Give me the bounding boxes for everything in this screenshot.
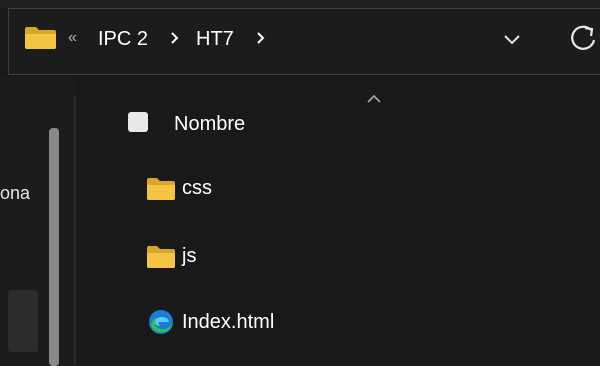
- file-name: Index.html: [182, 311, 275, 333]
- file-name: js: [182, 245, 197, 267]
- chevron-right-icon[interactable]: [168, 28, 182, 48]
- list-item[interactable]: css: [140, 168, 440, 208]
- select-all-checkbox[interactable]: [128, 112, 148, 132]
- nav-item-selected[interactable]: [8, 290, 38, 352]
- breadcrumb-overflow-button[interactable]: «: [68, 28, 77, 48]
- nav-item-label[interactable]: ona: [0, 182, 40, 204]
- window-top-edge: [0, 0, 600, 8]
- nav-scrollbar-thumb[interactable]: [49, 128, 59, 366]
- file-explorer-window: « IPC 2 HT7 ona Nombre css js Index.html: [0, 0, 600, 366]
- refresh-icon[interactable]: [566, 21, 600, 55]
- file-name: css: [182, 177, 212, 199]
- folder-icon: [25, 27, 56, 49]
- edge-browser-icon: [149, 310, 173, 334]
- column-header-nombre[interactable]: Nombre: [174, 112, 245, 136]
- pane-divider[interactable]: [74, 96, 76, 366]
- list-item[interactable]: Index.html: [140, 302, 440, 342]
- chevron-down-icon[interactable]: [498, 26, 526, 52]
- list-item[interactable]: js: [140, 236, 440, 276]
- breadcrumb-item-ipc2[interactable]: IPC 2: [98, 28, 148, 50]
- sort-ascending-icon[interactable]: [366, 93, 382, 105]
- breadcrumb-item-ht7[interactable]: HT7: [196, 28, 234, 50]
- chevron-right-icon[interactable]: [254, 28, 268, 48]
- folder-icon: [147, 178, 175, 200]
- folder-icon: [147, 246, 175, 268]
